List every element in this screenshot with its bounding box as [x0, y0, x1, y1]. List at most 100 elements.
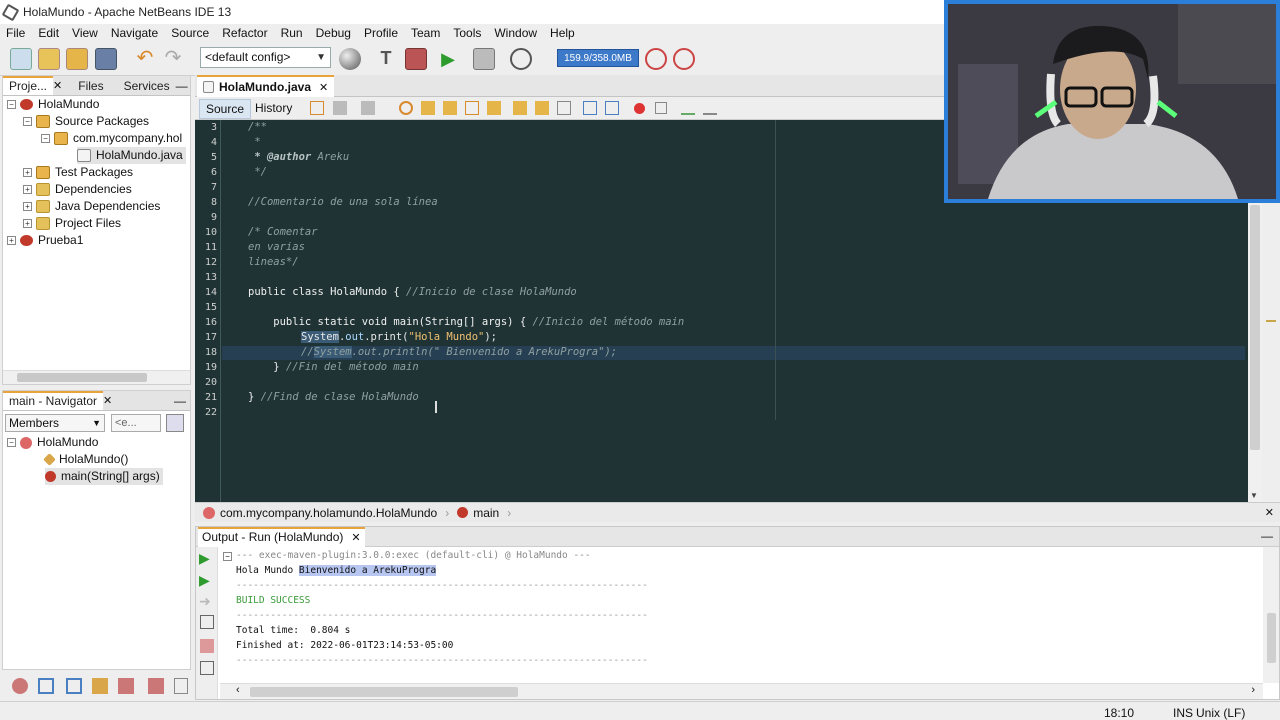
close-icon[interactable]: ✕: [351, 532, 360, 544]
output-horizontal-scrollbar[interactable]: ‹ ›: [220, 683, 1263, 699]
gc-icon[interactable]: [645, 48, 667, 70]
close-icon[interactable]: ✕: [103, 394, 112, 407]
tab-source[interactable]: Source: [199, 99, 252, 119]
chevron-right-icon[interactable]: ›: [1251, 684, 1255, 696]
scrollbar-thumb[interactable]: [1250, 205, 1260, 450]
settings-icon[interactable]: [148, 678, 164, 694]
stop-icon[interactable]: ➜: [199, 593, 211, 610]
back-icon[interactable]: [333, 101, 347, 115]
horizontal-scrollbar[interactable]: [3, 370, 190, 384]
uncomment-icon[interactable]: [703, 101, 717, 115]
globe-icon[interactable]: [339, 48, 361, 70]
chevron-left-icon[interactable]: ‹: [236, 684, 240, 696]
menu-navigate[interactable]: Navigate: [111, 26, 158, 40]
close-icon[interactable]: ✕: [319, 81, 328, 94]
find-previous-icon[interactable]: [421, 101, 435, 115]
more-icon[interactable]: [174, 678, 188, 694]
clean-build-icon[interactable]: [405, 48, 427, 70]
tab-history[interactable]: History: [255, 101, 292, 115]
toggle-bookmark-icon[interactable]: [557, 101, 571, 115]
last-edit-icon[interactable]: [310, 101, 324, 115]
annotation-mark[interactable]: [1266, 320, 1276, 322]
clear-icon[interactable]: [200, 639, 214, 653]
menu-window[interactable]: Window: [494, 26, 537, 40]
find-next-icon[interactable]: [443, 101, 457, 115]
close-icon[interactable]: ✕: [53, 79, 62, 92]
expand-icon[interactable]: +: [23, 202, 32, 211]
element-select[interactable]: <e...: [111, 414, 161, 432]
members-select[interactable]: Members ▼: [5, 414, 105, 432]
tab-output[interactable]: Output - Run (HolaMundo) ✕: [198, 527, 365, 547]
rerun-icon[interactable]: ▶: [199, 550, 210, 567]
menu-run[interactable]: Run: [281, 26, 303, 40]
project-icon[interactable]: [12, 678, 28, 694]
menu-team[interactable]: Team: [411, 26, 440, 40]
shift-right-icon[interactable]: [605, 101, 619, 115]
output-vertical-scrollbar[interactable]: [1263, 547, 1279, 683]
collapse-icon[interactable]: −: [41, 134, 50, 143]
lock-icon[interactable]: [92, 678, 108, 694]
breadcrumb-class[interactable]: com.mycompany.holamundo.HolaMundo: [220, 506, 437, 520]
menu-source[interactable]: Source: [171, 26, 209, 40]
new-project-icon[interactable]: [38, 48, 60, 70]
expand-icon[interactable]: +: [23, 219, 32, 228]
nav-item-main[interactable]: main(String[] args): [45, 468, 163, 485]
collapse-icon[interactable]: −: [7, 438, 16, 447]
tree-item-project-files[interactable]: + Project Files: [23, 215, 121, 232]
new-file-icon[interactable]: [10, 48, 32, 70]
tab-files[interactable]: Files: [72, 76, 109, 96]
chevron-down-icon[interactable]: ▼: [1250, 491, 1258, 500]
comment-icon[interactable]: [681, 101, 695, 115]
collapse-icon[interactable]: −: [223, 552, 232, 561]
collapse-icon[interactable]: −: [23, 117, 32, 126]
tree-item-java-dependencies[interactable]: + Java Dependencies: [23, 198, 160, 215]
menu-refactor[interactable]: Refactor: [222, 26, 267, 40]
scrollbar-thumb[interactable]: [250, 687, 518, 697]
expand-icon[interactable]: +: [23, 185, 32, 194]
window-icon[interactable]: [38, 678, 54, 694]
nav-item-class[interactable]: − HolaMundo: [7, 434, 98, 451]
tab-navigator[interactable]: main - Navigator: [3, 391, 104, 410]
collapse-icon[interactable]: −: [7, 100, 16, 109]
expand-icon[interactable]: +: [23, 168, 32, 177]
nav-item-constructor[interactable]: HolaMundo(): [43, 451, 128, 468]
build-hammer-icon[interactable]: T: [375, 48, 397, 70]
menu-view[interactable]: View: [72, 26, 98, 40]
menu-edit[interactable]: Edit: [38, 26, 59, 40]
undo-icon[interactable]: ↶: [134, 48, 156, 70]
open-project-icon[interactable]: [66, 48, 88, 70]
config-select[interactable]: <default config> ▼: [200, 47, 331, 68]
memory-indicator[interactable]: 159.9/358.0MB: [557, 49, 639, 67]
menu-tools[interactable]: Tools: [453, 26, 481, 40]
filter-icon[interactable]: [166, 414, 184, 432]
tree-item-holamundo[interactable]: − HolaMundo: [7, 96, 99, 113]
tree-item-prueba1[interactable]: + Prueba1: [7, 232, 83, 249]
run-icon[interactable]: ▶: [437, 48, 459, 70]
search-icon[interactable]: [200, 615, 214, 629]
scrollbar-thumb[interactable]: [1267, 613, 1276, 663]
scrollbar-thumb[interactable]: [17, 373, 147, 382]
split-icon[interactable]: [66, 678, 82, 694]
menu-debug[interactable]: Debug: [316, 26, 351, 40]
breadcrumb-method[interactable]: main: [473, 506, 499, 520]
settings-icon[interactable]: [200, 661, 214, 675]
toggle-highlight-icon[interactable]: [465, 101, 479, 115]
toggle-rect-icon[interactable]: [487, 101, 501, 115]
tree-item-dependencies[interactable]: + Dependencies: [23, 181, 132, 198]
snapshot-icon[interactable]: [673, 48, 695, 70]
shift-left-icon[interactable]: [583, 101, 597, 115]
tab-holamundo-java[interactable]: HolaMundo.java ✕: [197, 75, 335, 97]
redo-icon[interactable]: ↷: [162, 48, 184, 70]
stop-macro-icon[interactable]: [655, 102, 667, 114]
menu-file[interactable]: File: [6, 26, 25, 40]
save-all-icon[interactable]: [95, 48, 117, 70]
tree-item-holamundo-java[interactable]: HolaMundo.java: [77, 147, 186, 164]
record-macro-icon[interactable]: [634, 103, 645, 114]
next-bookmark-icon[interactable]: [535, 101, 549, 115]
tree-item-source-packages[interactable]: − Source Packages: [23, 113, 149, 130]
tree-item-test-packages[interactable]: + Test Packages: [23, 164, 133, 181]
menu-help[interactable]: Help: [550, 26, 575, 40]
find-icon[interactable]: [399, 101, 413, 115]
tab-services[interactable]: Services: [118, 76, 176, 96]
forward-icon[interactable]: [361, 101, 375, 115]
